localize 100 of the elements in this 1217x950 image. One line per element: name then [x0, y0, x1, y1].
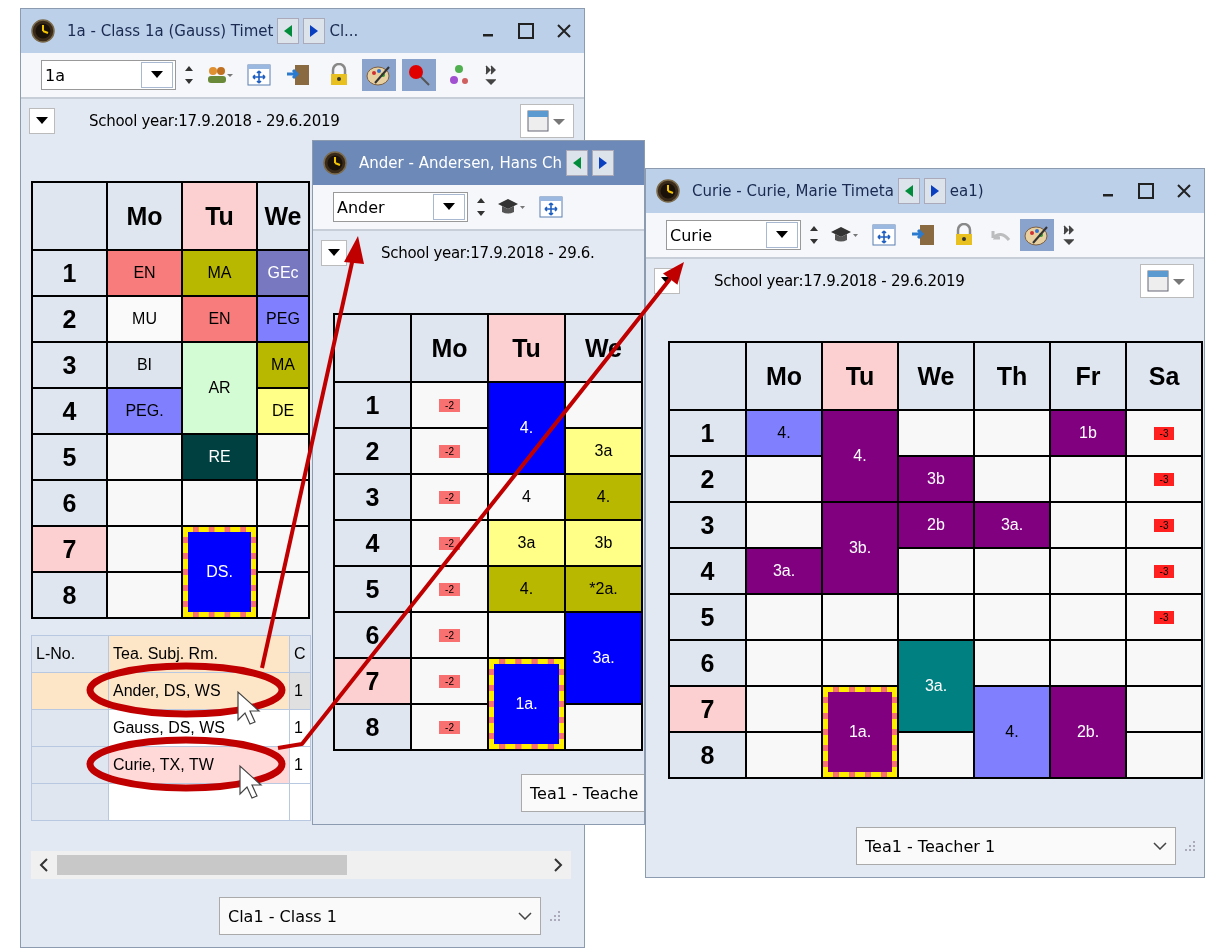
window-title: 1a - Class 1a (Gauss) Timet: [67, 22, 274, 40]
scrollbar-thumb[interactable]: [57, 855, 347, 875]
period-header: 1: [670, 411, 745, 455]
timetable-cell: [258, 481, 308, 525]
right-triangle-icon: [597, 156, 608, 170]
lesson-cell[interactable]: MU: [108, 297, 181, 341]
lesson-cell[interactable]: 4.: [975, 687, 1049, 777]
calendar-button[interactable]: [520, 104, 574, 138]
period-header: 3: [670, 503, 745, 547]
lesson-cell[interactable]: 3a.: [747, 549, 821, 593]
lesson-cell[interactable]: PEG: [258, 297, 308, 341]
palette-icon: [1023, 223, 1051, 247]
blocked-badge: -3: [1153, 518, 1175, 532]
lesson-cell[interactable]: 4.: [489, 567, 564, 611]
blocked-badge: -2: [439, 444, 460, 458]
dropdown-button[interactable]: [29, 108, 55, 134]
calendar-icon: [1147, 269, 1187, 293]
blocked-badge: -2: [439, 490, 460, 504]
lesson-cell[interactable]: DS.: [183, 527, 256, 617]
previous-button[interactable]: [565, 150, 588, 176]
selector-field[interactable]: Curie: [666, 220, 801, 250]
lesson-cell[interactable]: *2a.: [566, 567, 641, 611]
lesson-cell[interactable]: 4: [489, 475, 564, 519]
selector-field[interactable]: Ander: [333, 192, 468, 222]
lesson-cell[interactable]: AR: [183, 343, 256, 433]
lesson-cell[interactable]: 3a: [489, 521, 564, 565]
lesson-cell[interactable]: PEG.: [108, 389, 181, 433]
horizontal-scrollbar[interactable]: [31, 851, 571, 879]
previous-button[interactable]: [277, 18, 300, 44]
table-cell: [290, 784, 310, 820]
lesson-cell[interactable]: 4.: [566, 475, 641, 519]
blocked-badge: -2: [439, 674, 460, 688]
school-year-label: School year:17.9.2018 - 29.6.: [381, 244, 595, 262]
selector-field[interactable]: 1a: [41, 60, 176, 90]
lesson-cell[interactable]: 2b.: [1051, 687, 1125, 777]
caret-icon: [328, 249, 340, 257]
dropdown-button[interactable]: [321, 240, 347, 266]
period-header: 2: [670, 457, 745, 501]
blocked-badge: -2: [439, 628, 460, 642]
period-header: 6: [335, 613, 410, 657]
lesson-cell[interactable]: BI: [108, 343, 181, 387]
previous-button[interactable]: [897, 178, 920, 204]
dropdown-field[interactable]: Tea1 - Teache: [521, 774, 644, 812]
column-header: C: [290, 636, 310, 672]
period-header: 5: [335, 567, 410, 611]
lesson-cell[interactable]: RE: [183, 435, 256, 479]
lesson-cell[interactable]: 1a.: [823, 687, 897, 777]
lesson-cell[interactable]: 3b: [899, 457, 973, 501]
lesson-cell[interactable]: 1b: [1051, 411, 1125, 455]
move-icon: [537, 195, 565, 219]
lesson-cell[interactable]: MA: [258, 343, 308, 387]
caret-icon: [776, 231, 788, 239]
column-header: L-No.: [32, 636, 108, 672]
period-header: 1: [33, 251, 106, 295]
blocked-badge: -2: [439, 398, 460, 412]
day-header: We: [899, 343, 973, 409]
right-triangle-icon: [309, 24, 320, 38]
lesson-cell[interactable]: 3a.: [899, 641, 973, 731]
lesson-cell[interactable]: 4.: [823, 411, 897, 501]
chevrons-icon: [1063, 225, 1074, 245]
toolbar-button[interactable]: [362, 59, 396, 91]
next-button[interactable]: [303, 18, 326, 44]
maximize-button[interactable]: [516, 21, 536, 41]
lesson-cell[interactable]: 2b: [899, 503, 973, 547]
toolbar-button[interactable]: [1020, 219, 1054, 251]
caret-icon: [151, 71, 163, 79]
next-button[interactable]: [591, 150, 614, 176]
up-down-arrows-icon: [185, 66, 193, 84]
period-header: 4: [335, 521, 410, 565]
lesson-cell[interactable]: EN: [108, 251, 181, 295]
blocked-badge: -2: [439, 582, 460, 596]
lesson-cell[interactable]: 3a: [566, 429, 641, 473]
lesson-cell[interactable]: 1a.: [489, 659, 564, 749]
day-header: Mo: [412, 315, 487, 381]
lesson-cell[interactable]: DE: [258, 389, 308, 433]
period-header: 7: [33, 527, 106, 571]
resize-grip-icon: [1184, 840, 1196, 852]
dropdown-field[interactable]: Tea1 - Teacher 1: [856, 827, 1176, 865]
timetable-cell: [258, 435, 308, 479]
lesson-cell[interactable]: 4.: [489, 383, 564, 473]
lesson-cell[interactable]: 3b.: [823, 503, 897, 593]
maximize-button[interactable]: [1136, 181, 1156, 201]
calendar-button[interactable]: [1140, 264, 1194, 298]
lesson-cell[interactable]: 3a.: [566, 613, 641, 703]
calendar-icon: [527, 109, 567, 133]
dropdown-field[interactable]: Cla1 - Class 1: [219, 897, 541, 935]
next-button[interactable]: [923, 178, 946, 204]
resize-grip-icon: [549, 910, 561, 922]
lesson-cell[interactable]: 4.: [747, 411, 821, 455]
period-header: 5: [33, 435, 106, 479]
lesson-cell[interactable]: 3b: [566, 521, 641, 565]
move-icon: [245, 63, 273, 87]
lesson-cell[interactable]: MA: [183, 251, 256, 295]
period-header: 2: [335, 429, 410, 473]
lesson-cell[interactable]: GEc: [258, 251, 308, 295]
window-title: Cl...: [329, 22, 359, 40]
lesson-cell[interactable]: EN: [183, 297, 256, 341]
up-down-arrows-icon: [810, 226, 818, 244]
blocked-badge: -3: [1153, 564, 1175, 578]
lesson-cell[interactable]: 3a.: [975, 503, 1049, 547]
